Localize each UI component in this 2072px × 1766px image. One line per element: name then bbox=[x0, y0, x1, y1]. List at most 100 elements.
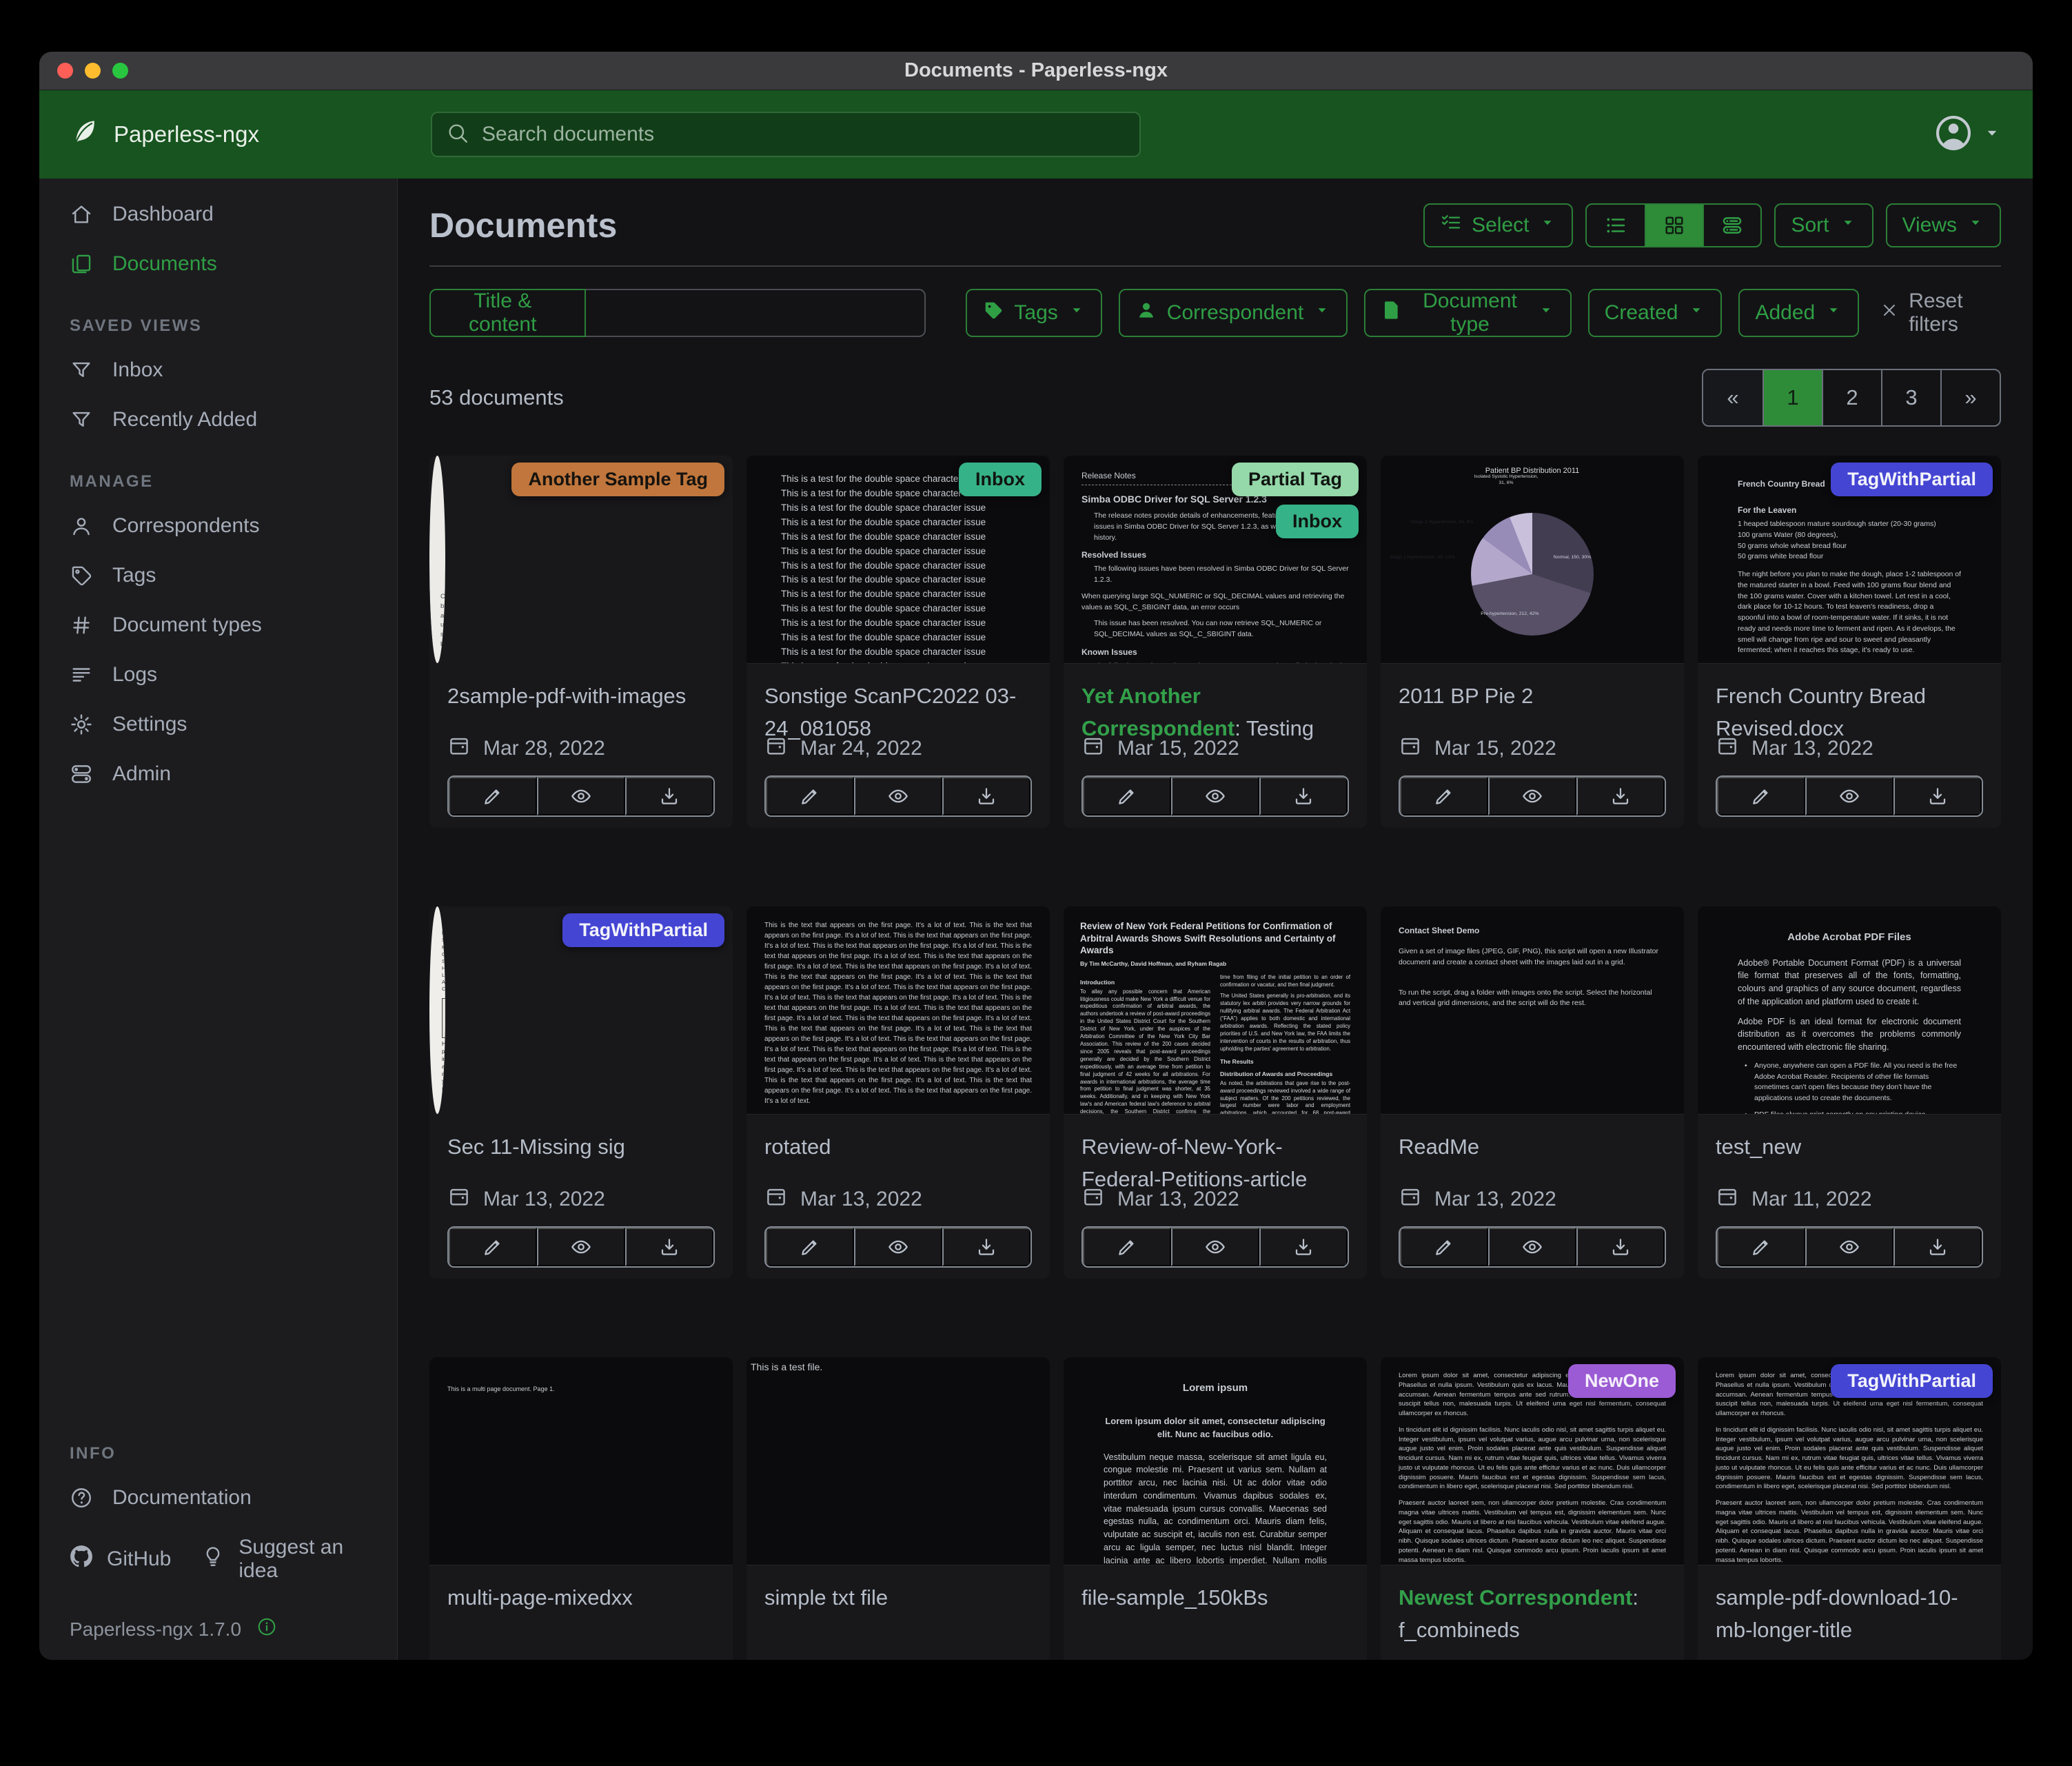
edit-document-button[interactable] bbox=[1083, 777, 1171, 815]
document-thumbnail[interactable]: Lorem ipsumLorem ipsum dolor sit amet, c… bbox=[1064, 1357, 1367, 1565]
view-document-button[interactable] bbox=[537, 777, 625, 815]
edit-document-button[interactable] bbox=[766, 1228, 854, 1266]
download-document-button[interactable] bbox=[1893, 777, 1982, 815]
card-title[interactable]: rotated bbox=[764, 1131, 1032, 1164]
user-menu[interactable] bbox=[1933, 113, 2002, 156]
document-thumbnail[interactable]: This is the text that appears on the fir… bbox=[746, 906, 1050, 1115]
document-thumbnail[interactable]: Patient BP Distribution 2011 Normal, 150… bbox=[1381, 456, 1684, 664]
sidebar-item-documentation[interactable]: Documentation bbox=[39, 1473, 397, 1523]
view-document-button[interactable] bbox=[1488, 777, 1576, 815]
view-document-button[interactable] bbox=[537, 1228, 625, 1266]
views-button[interactable]: Views bbox=[1886, 203, 2001, 247]
card-title[interactable]: sample-pdf-download-10-mb-longer-title bbox=[1716, 1582, 1983, 1646]
info-circle-icon[interactable] bbox=[256, 1616, 277, 1642]
search-input[interactable] bbox=[480, 122, 1126, 147]
tag-badge[interactable]: TagWithPartial bbox=[1831, 463, 1993, 496]
card-title[interactable]: file-sample_150kBs bbox=[1081, 1582, 1349, 1614]
view-document-button[interactable] bbox=[1171, 1228, 1259, 1266]
sidebar-item-correspondents[interactable]: Correspondents bbox=[39, 501, 397, 551]
document-thumbnail[interactable]: Adobe Acrobat PDF FilesAdobe® Portable D… bbox=[1698, 906, 2001, 1115]
download-document-button[interactable] bbox=[1576, 777, 1665, 815]
sidebar-item-inbox[interactable]: Inbox bbox=[39, 345, 397, 395]
card-title[interactable]: 2sample-pdf-with-images bbox=[447, 680, 715, 713]
tag-badge[interactable]: TagWithPartial bbox=[1831, 1364, 1993, 1398]
view-list-button[interactable] bbox=[1587, 205, 1645, 246]
filter-tags-button[interactable]: Tags bbox=[966, 289, 1101, 337]
card-title[interactable]: multi-page-mixedxx bbox=[447, 1582, 715, 1614]
page-next-button[interactable]: » bbox=[1940, 370, 2000, 425]
card-title[interactable]: ReadMe bbox=[1399, 1131, 1666, 1164]
card-title[interactable]: Sec 11-Missing sig bbox=[447, 1131, 715, 1164]
sidebar-item-document-types[interactable]: Document types bbox=[39, 600, 397, 650]
view-document-button[interactable] bbox=[854, 777, 942, 815]
sort-button[interactable]: Sort bbox=[1774, 203, 1873, 247]
card-correspondent[interactable]: Newest Correspondent bbox=[1399, 1585, 1632, 1610]
document-thumbnail[interactable]: Review of New York Federal Petitions for… bbox=[1064, 906, 1367, 1115]
tag-badge[interactable]: NewOne bbox=[1568, 1364, 1676, 1398]
view-document-button[interactable] bbox=[1805, 1228, 1893, 1266]
page-prev-button[interactable]: « bbox=[1703, 370, 1763, 425]
sidebar-item-dashboard[interactable]: Dashboard bbox=[39, 190, 397, 239]
document-thumbnail[interactable]: Application for Medical Staff MembersGoo… bbox=[429, 906, 445, 1115]
view-document-button[interactable] bbox=[1488, 1228, 1576, 1266]
filter-text-input[interactable] bbox=[586, 289, 926, 337]
close-window-button[interactable] bbox=[57, 63, 73, 79]
download-document-button[interactable] bbox=[625, 1228, 713, 1266]
select-button[interactable]: Select bbox=[1423, 203, 1573, 247]
sidebar-item-admin[interactable]: Admin bbox=[39, 749, 397, 799]
tag-badge[interactable]: Inbox bbox=[959, 463, 1042, 496]
page-1-button[interactable]: 1 bbox=[1763, 370, 1822, 425]
app-brand[interactable]: Paperless-ngx bbox=[70, 116, 431, 152]
edit-document-button[interactable] bbox=[449, 777, 537, 815]
edit-document-button[interactable] bbox=[766, 777, 854, 815]
view-document-button[interactable] bbox=[854, 1228, 942, 1266]
filter-document-type-button[interactable]: Document type bbox=[1364, 289, 1571, 337]
filter-added-button[interactable]: Added bbox=[1738, 289, 1859, 337]
download-document-button[interactable] bbox=[1259, 777, 1348, 815]
tag-badge[interactable]: TagWithPartial bbox=[562, 913, 724, 947]
minimize-window-button[interactable] bbox=[85, 63, 101, 79]
edit-document-button[interactable] bbox=[449, 1228, 537, 1266]
document-thumbnail[interactable]: Boundary Waters Trip Day 1Day 2Day 3Day … bbox=[429, 456, 445, 664]
sidebar-item-settings[interactable]: Settings bbox=[39, 700, 397, 749]
edit-document-button[interactable] bbox=[1717, 1228, 1805, 1266]
document-thumbnail[interactable]: This is a multi page document. Page 1. bbox=[429, 1357, 733, 1565]
card-title[interactable]: test_new bbox=[1716, 1131, 1983, 1164]
sidebar-item-suggest-idea[interactable]: Suggest an idea bbox=[201, 1536, 367, 1583]
view-grid-button[interactable] bbox=[1645, 205, 1703, 246]
tag-badge[interactable]: Partial Tag bbox=[1232, 463, 1359, 496]
filter-field-button[interactable]: Title & content bbox=[429, 289, 586, 337]
page-3-button[interactable]: 3 bbox=[1881, 370, 1940, 425]
download-document-button[interactable] bbox=[1893, 1228, 1982, 1266]
view-details-button[interactable] bbox=[1703, 205, 1760, 246]
edit-document-button[interactable] bbox=[1083, 1228, 1171, 1266]
view-document-button[interactable] bbox=[1171, 777, 1259, 815]
download-document-button[interactable] bbox=[1259, 1228, 1348, 1266]
tag-badge[interactable]: Another Sample Tag bbox=[511, 463, 724, 496]
sidebar-item-tags[interactable]: Tags bbox=[39, 551, 397, 600]
download-document-button[interactable] bbox=[1576, 1228, 1665, 1266]
card-title[interactable]: 2011 BP Pie 2 bbox=[1399, 680, 1666, 713]
reset-filters-button[interactable]: Reset filters bbox=[1880, 290, 2001, 336]
edit-document-button[interactable] bbox=[1400, 777, 1488, 815]
card-title[interactable]: simple txt file bbox=[764, 1582, 1032, 1614]
edit-document-button[interactable] bbox=[1400, 1228, 1488, 1266]
document-thumbnail[interactable]: This is a test file. bbox=[746, 1357, 1050, 1565]
filter-created-button[interactable]: Created bbox=[1588, 289, 1723, 337]
edit-document-button[interactable] bbox=[1717, 777, 1805, 815]
view-document-button[interactable] bbox=[1805, 777, 1893, 815]
download-document-button[interactable] bbox=[942, 777, 1030, 815]
zoom-window-button[interactable] bbox=[112, 63, 128, 79]
filter-correspondent-button[interactable]: Correspondent bbox=[1119, 289, 1348, 337]
sidebar-item-logs[interactable]: Logs bbox=[39, 650, 397, 700]
document-thumbnail[interactable]: Contact Sheet DemoGiven a set of image f… bbox=[1381, 906, 1684, 1115]
sidebar-item-recently-added[interactable]: Recently Added bbox=[39, 395, 397, 445]
sidebar-item-github[interactable]: GitHub bbox=[70, 1545, 171, 1574]
download-document-button[interactable] bbox=[942, 1228, 1030, 1266]
card-correspondent[interactable]: Yet Another Correspondent bbox=[1081, 684, 1235, 740]
card-title[interactable]: Newest Correspondent: f_combineds bbox=[1399, 1582, 1666, 1646]
page-2-button[interactable]: 2 bbox=[1822, 370, 1881, 425]
sidebar-item-documents[interactable]: Documents bbox=[39, 239, 397, 289]
tag-badge[interactable]: Inbox bbox=[1276, 505, 1359, 538]
download-document-button[interactable] bbox=[625, 777, 713, 815]
